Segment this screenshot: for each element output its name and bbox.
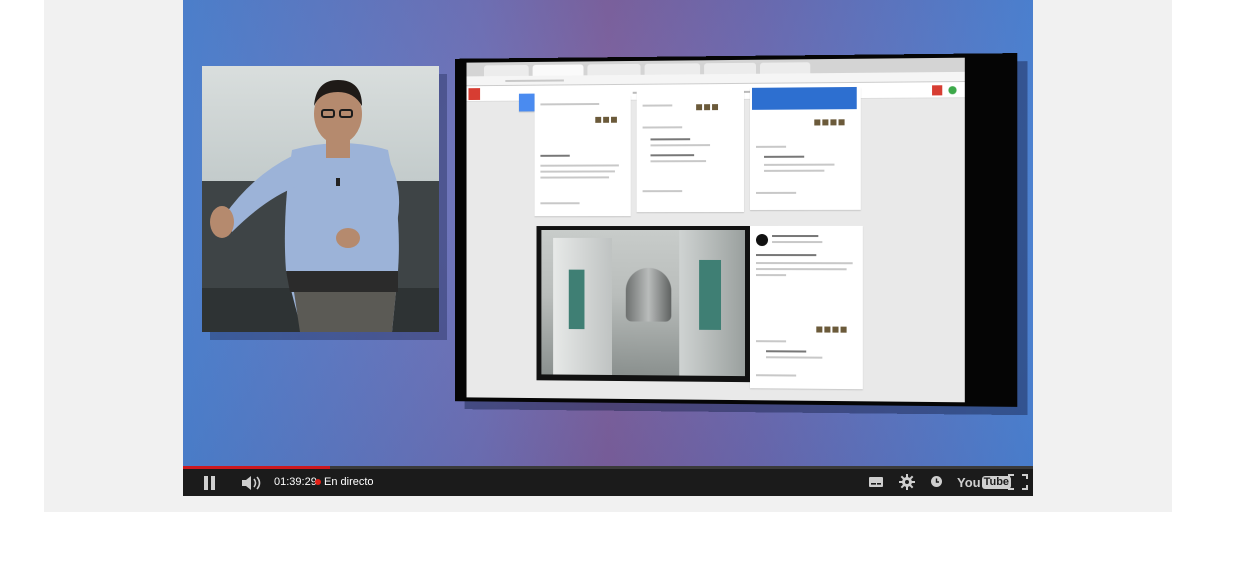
- gear-icon[interactable]: [899, 474, 915, 490]
- live-label[interactable]: En directo: [324, 476, 374, 488]
- subtitles-icon[interactable]: [869, 477, 883, 487]
- progress-played: [183, 466, 330, 469]
- fullscreen-icon[interactable]: [1008, 474, 1028, 490]
- speaker-figure: [202, 66, 439, 332]
- projected-screen: [455, 53, 1017, 407]
- player-controls: 01:39:29 En directo You Tube: [183, 466, 1033, 496]
- clock-icon[interactable]: [931, 476, 942, 487]
- speaker-picture-in-picture: [202, 66, 439, 332]
- current-time: 01:39:29: [274, 476, 317, 488]
- volume-icon[interactable]: [241, 475, 263, 491]
- browser-window: [467, 58, 965, 403]
- video-frame[interactable]: [183, 0, 1033, 466]
- post-photo: [537, 226, 750, 382]
- live-indicator-dot: [315, 479, 321, 485]
- progress-bar[interactable]: [183, 466, 1033, 469]
- youtube-logo[interactable]: You Tube: [957, 474, 1011, 490]
- pause-icon[interactable]: [203, 476, 217, 490]
- video-player[interactable]: 01:39:29 En directo You Tube: [183, 0, 1033, 496]
- google-plus-logo: [468, 88, 480, 100]
